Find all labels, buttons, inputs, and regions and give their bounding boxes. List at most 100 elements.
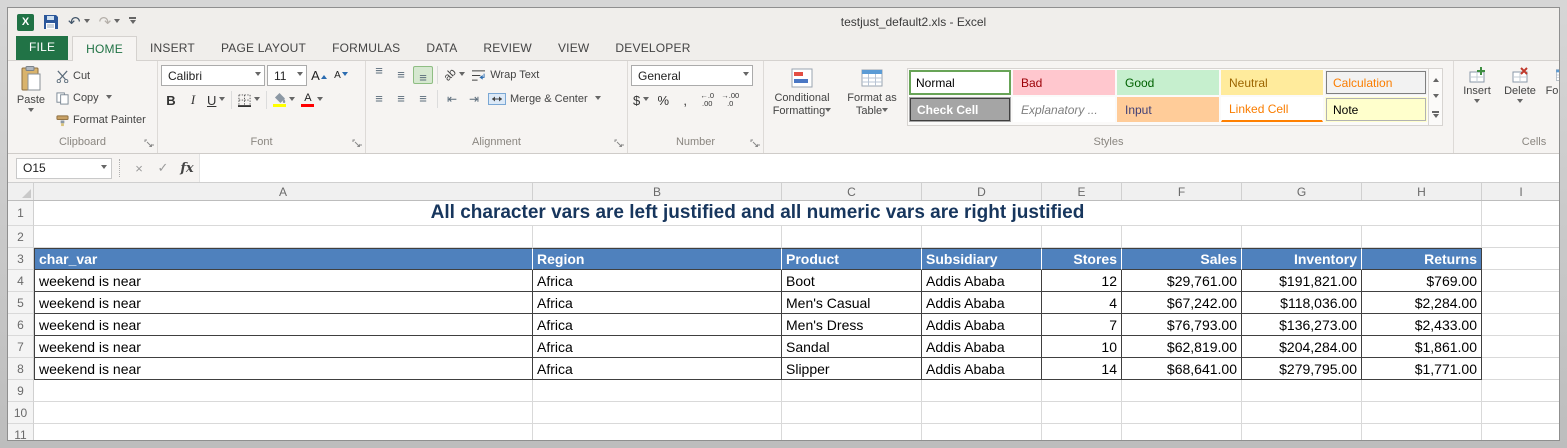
column-header-I[interactable]: I <box>1482 183 1559 200</box>
sheet-cell[interactable] <box>1362 380 1482 402</box>
insert-cells-button[interactable]: Insert <box>1457 63 1497 134</box>
table-cell[interactable]: Addis Ababa <box>922 336 1042 358</box>
sheet-cell[interactable] <box>922 402 1042 424</box>
table-cell[interactable]: Boot <box>782 270 922 292</box>
table-cell[interactable]: $1,861.00 <box>1362 336 1482 358</box>
bold-button[interactable]: B <box>161 90 181 110</box>
row-header-6[interactable]: 6 <box>8 314 34 336</box>
sheet-cell[interactable] <box>533 402 782 424</box>
column-header-A[interactable]: A <box>34 183 533 200</box>
decrease-decimal-button[interactable]: →.00.0 <box>719 90 741 110</box>
comma-style-button[interactable]: , <box>675 90 695 110</box>
orientation-button[interactable]: ab <box>442 65 467 85</box>
paste-button[interactable]: Paste <box>11 63 51 134</box>
bottom-align-button[interactable]: ≡ <box>413 66 433 84</box>
table-cell[interactable]: Men's Casual <box>782 292 922 314</box>
number-dialog-launcher[interactable] <box>750 139 760 149</box>
increase-font-size-button[interactable]: A <box>309 66 329 86</box>
sheet-cell[interactable] <box>782 424 922 440</box>
gallery-scroll-down-button[interactable] <box>1429 88 1442 107</box>
sheet-cell[interactable] <box>1122 402 1242 424</box>
fill-color-button[interactable] <box>271 90 297 110</box>
cell-style-check-cell[interactable]: Check Cell <box>909 97 1011 122</box>
sheet-cell[interactable] <box>782 402 922 424</box>
sheet-cell[interactable] <box>533 226 782 248</box>
row-header-11[interactable]: 11 <box>8 424 34 440</box>
row-header-3[interactable]: 3 <box>8 248 34 270</box>
table-cell[interactable]: $769.00 <box>1362 270 1482 292</box>
table-cell[interactable]: weekend is near <box>34 314 533 336</box>
table-cell[interactable]: 7 <box>1042 314 1122 336</box>
sheet-cell[interactable] <box>1242 402 1362 424</box>
number-format-combo[interactable]: General <box>631 65 753 86</box>
copy-button[interactable]: Copy <box>54 89 148 107</box>
sheet-cell[interactable] <box>1482 248 1559 270</box>
table-header-stores[interactable]: Stores <box>1042 248 1122 270</box>
font-color-button[interactable]: A <box>299 90 325 110</box>
sheet-cell[interactable] <box>34 424 533 440</box>
sheet-cell[interactable] <box>1482 358 1559 380</box>
sheet-cell[interactable] <box>782 226 922 248</box>
table-cell[interactable]: weekend is near <box>34 270 533 292</box>
sheet-cell[interactable] <box>1242 226 1362 248</box>
table-cell[interactable]: $191,821.00 <box>1242 270 1362 292</box>
table-cell[interactable]: $62,819.00 <box>1122 336 1242 358</box>
sheet-cell[interactable] <box>1362 226 1482 248</box>
sheet-cell[interactable] <box>922 424 1042 440</box>
table-cell[interactable]: Men's Dress <box>782 314 922 336</box>
tab-developer[interactable]: DEVELOPER <box>602 36 703 60</box>
alignment-dialog-launcher[interactable] <box>614 139 624 149</box>
table-header-subsidiary[interactable]: Subsidiary <box>922 248 1042 270</box>
table-cell[interactable]: $2,284.00 <box>1362 292 1482 314</box>
table-cell[interactable]: Africa <box>533 336 782 358</box>
table-cell[interactable]: Africa <box>533 358 782 380</box>
customize-qat-button[interactable] <box>126 12 139 32</box>
excel-app-icon[interactable]: X <box>14 12 37 32</box>
accounting-format-button[interactable]: $ <box>631 90 651 110</box>
table-cell[interactable]: 4 <box>1042 292 1122 314</box>
gallery-more-button[interactable] <box>1429 106 1442 125</box>
table-header-sales[interactable]: Sales <box>1122 248 1242 270</box>
table-cell[interactable]: $204,284.00 <box>1242 336 1362 358</box>
sheet-cell[interactable] <box>1242 380 1362 402</box>
row-header-10[interactable]: 10 <box>8 402 34 424</box>
tab-formulas[interactable]: FORMULAS <box>319 36 413 60</box>
cell-style-linked-cell[interactable]: Linked Cell <box>1221 97 1323 122</box>
row-header-2[interactable]: 2 <box>8 226 34 248</box>
wrap-text-button[interactable]: Wrap Text <box>469 66 541 84</box>
column-header-B[interactable]: B <box>533 183 782 200</box>
sheet-cell[interactable] <box>1122 226 1242 248</box>
select-all-corner[interactable] <box>8 183 34 200</box>
sheet-cell[interactable] <box>922 226 1042 248</box>
tab-file[interactable]: FILE <box>16 35 69 60</box>
table-cell[interactable]: weekend is near <box>34 336 533 358</box>
tab-data[interactable]: DATA <box>413 36 470 60</box>
middle-align-button[interactable]: ≡ <box>391 66 411 84</box>
save-button[interactable] <box>40 12 62 32</box>
cut-button[interactable]: Cut <box>54 67 148 85</box>
sheet-cell[interactable] <box>1482 292 1559 314</box>
column-header-G[interactable]: G <box>1242 183 1362 200</box>
row-header-5[interactable]: 5 <box>8 292 34 314</box>
sheet-cell[interactable] <box>922 380 1042 402</box>
table-header-returns[interactable]: Returns <box>1362 248 1482 270</box>
sheet-cell[interactable] <box>1482 314 1559 336</box>
sheet-cell[interactable] <box>1122 380 1242 402</box>
cell-style-note[interactable]: Note <box>1325 97 1427 122</box>
table-cell[interactable]: $67,242.00 <box>1122 292 1242 314</box>
sheet-cell[interactable] <box>1122 424 1242 440</box>
table-cell[interactable]: Africa <box>533 314 782 336</box>
sheet-cell[interactable] <box>533 424 782 440</box>
sheet-title-cell[interactable]: All character vars are left justified an… <box>34 201 1482 226</box>
table-cell[interactable]: Sandal <box>782 336 922 358</box>
sheet-cell[interactable] <box>1482 424 1559 440</box>
sheet-cell[interactable] <box>1482 270 1559 292</box>
table-header-region[interactable]: Region <box>533 248 782 270</box>
sheet-cell[interactable] <box>533 380 782 402</box>
top-align-button[interactable]: ≡ <box>369 64 389 84</box>
tab-view[interactable]: VIEW <box>545 36 602 60</box>
row-header-9[interactable]: 9 <box>8 380 34 402</box>
font-size-combo[interactable]: 11 <box>267 65 307 86</box>
gallery-scroll-up-button[interactable] <box>1429 69 1442 88</box>
table-cell[interactable]: $76,793.00 <box>1122 314 1242 336</box>
